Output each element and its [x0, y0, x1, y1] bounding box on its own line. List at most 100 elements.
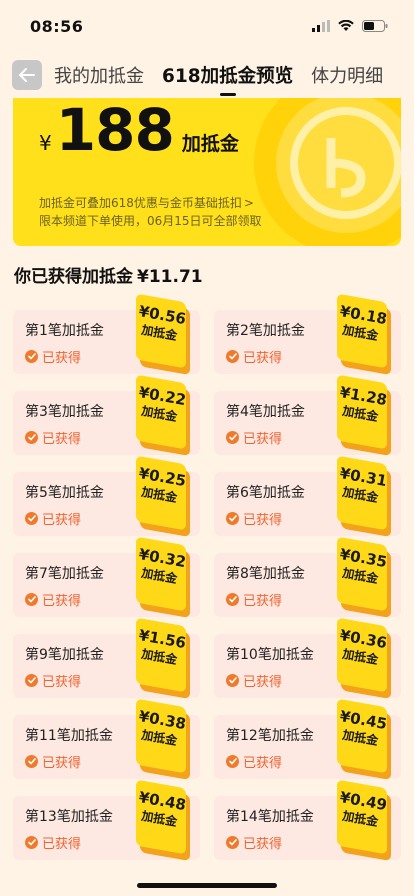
credit-status-label: 已获得 — [42, 351, 82, 366]
check-icon — [226, 431, 239, 444]
credit-status: 已获得 — [226, 509, 282, 528]
credit-status: 已获得 — [226, 671, 282, 690]
tab-header: 我的加抵金 618加抵金预览 体力明细 — [0, 52, 414, 98]
credit-card[interactable]: 第2笔加抵金 已获得 ¥0.18 加抵金 — [214, 293, 401, 374]
check-icon — [25, 755, 38, 768]
credit-card[interactable]: 第7笔加抵金 已获得 ¥0.32 加抵金 — [13, 536, 200, 617]
coupon-badge: ¥0.45 加抵金 — [337, 698, 391, 781]
balance-note-link[interactable]: 加抵金可叠加618优惠与金币基础抵扣 > — [39, 194, 254, 211]
tab-bar: 我的加抵金 618加抵金预览 体力明细 — [54, 62, 401, 88]
credit-card[interactable]: 第6笔加抵金 已获得 ¥0.31 加抵金 — [214, 455, 401, 536]
credit-status: 已获得 — [25, 428, 81, 447]
arrow-left-icon — [19, 68, 35, 82]
credit-card[interactable]: 第13笔加抵金 已获得 ¥0.48 加抵金 — [13, 779, 200, 860]
coupon-badge: ¥0.35 加抵金 — [337, 536, 391, 619]
balance-amount-row: ¥ 188 加抵金 — [39, 98, 239, 164]
credit-status: 已获得 — [226, 833, 282, 852]
check-icon — [226, 593, 239, 606]
coupon-badge: ¥1.28 加抵金 — [337, 374, 391, 457]
check-icon — [226, 350, 239, 363]
status-icons — [312, 20, 388, 32]
coupon-badge: ¥0.38 加抵金 — [136, 698, 190, 781]
credit-status-label: 已获得 — [243, 756, 283, 771]
credit-card[interactable]: 第3笔加抵金 已获得 ¥0.22 加抵金 — [13, 374, 200, 455]
home-indicator — [137, 883, 277, 888]
tab-618-preview[interactable]: 618加抵金预览 — [162, 62, 293, 88]
check-icon — [25, 431, 38, 444]
credit-status: 已获得 — [25, 347, 81, 366]
credit-card-title: 第4笔加抵金 — [226, 404, 305, 420]
check-icon — [226, 755, 239, 768]
balance-amount: 188 — [55, 98, 175, 164]
earned-label: 你已获得加抵金 — [14, 267, 133, 287]
credit-status-label: 已获得 — [42, 432, 82, 447]
check-icon — [25, 674, 38, 687]
balance-note-line2: 限本频道下单使用，06月15日可全部领取 — [39, 214, 262, 228]
credit-card[interactable]: 第10笔加抵金 已获得 ¥0.36 加抵金 — [214, 617, 401, 698]
credit-status-label: 已获得 — [42, 594, 82, 609]
coupon-badge: ¥0.18 加抵金 — [337, 293, 391, 376]
credit-status-label: 已获得 — [243, 432, 283, 447]
coupon-badge: ¥0.49 加抵金 — [337, 779, 391, 862]
coupon-badge: ¥1.56 加抵金 — [136, 617, 190, 700]
credit-status-label: 已获得 — [243, 594, 283, 609]
signal-icon — [312, 20, 330, 32]
credit-status: 已获得 — [226, 428, 282, 447]
credit-status-label: 已获得 — [42, 756, 82, 771]
earned-summary: 你已获得加抵金 ¥11.71 — [14, 262, 203, 287]
credit-status: 已获得 — [25, 833, 81, 852]
credit-status: 已获得 — [25, 671, 81, 690]
credit-card[interactable]: 第11笔加抵金 已获得 ¥0.38 加抵金 — [13, 698, 200, 779]
status-bar: 08:56 — [0, 0, 414, 52]
credit-status: 已获得 — [25, 590, 81, 609]
credit-status: 已获得 — [25, 752, 81, 771]
credit-card[interactable]: 第5笔加抵金 已获得 ¥0.25 加抵金 — [13, 455, 200, 536]
credit-status-label: 已获得 — [42, 675, 82, 690]
chevron-right-icon: > — [243, 196, 254, 210]
credit-status-label: 已获得 — [243, 837, 283, 852]
credit-card-title: 第5笔加抵金 — [25, 485, 104, 501]
credit-card[interactable]: 第9笔加抵金 已获得 ¥1.56 加抵金 — [13, 617, 200, 698]
check-icon — [226, 512, 239, 525]
credit-grid: 第1笔加抵金 已获得 ¥0.56 加抵金 第2笔加抵金 已获得 ¥0.18 加抵金 第3笔加抵金… — [13, 293, 401, 860]
credit-card-title: 第7笔加抵金 — [25, 566, 104, 582]
back-button[interactable] — [12, 60, 42, 90]
coupon-badge: ¥0.25 加抵金 — [136, 455, 190, 538]
credit-status: 已获得 — [25, 509, 81, 528]
credit-card[interactable]: 第12笔加抵金已获得 ¥0.45 加抵金 — [214, 698, 401, 779]
credit-card-title: 第13笔加抵金 — [25, 809, 113, 825]
credit-card[interactable]: 第14笔加抵金已获得 ¥0.49 加抵金 — [214, 779, 401, 860]
tab-my-credit[interactable]: 我的加抵金 — [54, 62, 144, 88]
check-icon — [25, 512, 38, 525]
credit-card-title: 第10笔加抵金 — [226, 647, 314, 663]
credit-status-label: 已获得 — [243, 513, 283, 528]
check-icon — [25, 350, 38, 363]
check-icon — [25, 593, 38, 606]
coupon-badge: ¥0.48 加抵金 — [136, 779, 190, 862]
credit-status: 已获得 — [226, 347, 282, 366]
credit-card[interactable]: 第4笔加抵金 已获得 ¥1.28 加抵金 — [214, 374, 401, 455]
credit-card[interactable]: 第8笔加抵金 已获得 ¥0.35 加抵金 — [214, 536, 401, 617]
credit-card-title: 第14笔加抵金 — [226, 809, 314, 825]
credit-card-title: 第6笔加抵金 — [226, 485, 305, 501]
coupon-badge: ¥0.56 加抵金 — [136, 293, 190, 376]
credit-card-title: 第3笔加抵金 — [25, 404, 104, 420]
balance-card: ¥ 188 加抵金 加抵金可叠加618优惠与金币基础抵扣 > 限本频道下单使用，0… — [13, 98, 401, 246]
battery-icon — [362, 20, 388, 32]
credit-card[interactable]: 第1笔加抵金 已获得 ¥0.56 加抵金 — [13, 293, 200, 374]
credit-status: 已获得 — [226, 590, 282, 609]
wifi-icon — [338, 20, 354, 31]
tab-stamina-details[interactable]: 体力明细 — [311, 62, 383, 88]
credit-status-label: 已获得 — [243, 351, 283, 366]
credit-card-title: 第9笔加抵金 — [25, 647, 104, 663]
balance-note-line1: 加抵金可叠加618优惠与金币基础抵扣 — [39, 196, 242, 210]
check-icon — [226, 674, 239, 687]
credit-status-label: 已获得 — [42, 513, 82, 528]
coupon-badge: ¥0.31 加抵金 — [337, 455, 391, 538]
credit-card-title: 第1笔加抵金 — [25, 323, 104, 339]
balance-unit: 加抵金 — [181, 133, 239, 155]
check-icon — [226, 836, 239, 849]
status-time: 08:56 — [30, 16, 84, 36]
credit-status-label: 已获得 — [243, 675, 283, 690]
credit-card-title: 第12笔加抵金 — [226, 728, 314, 744]
